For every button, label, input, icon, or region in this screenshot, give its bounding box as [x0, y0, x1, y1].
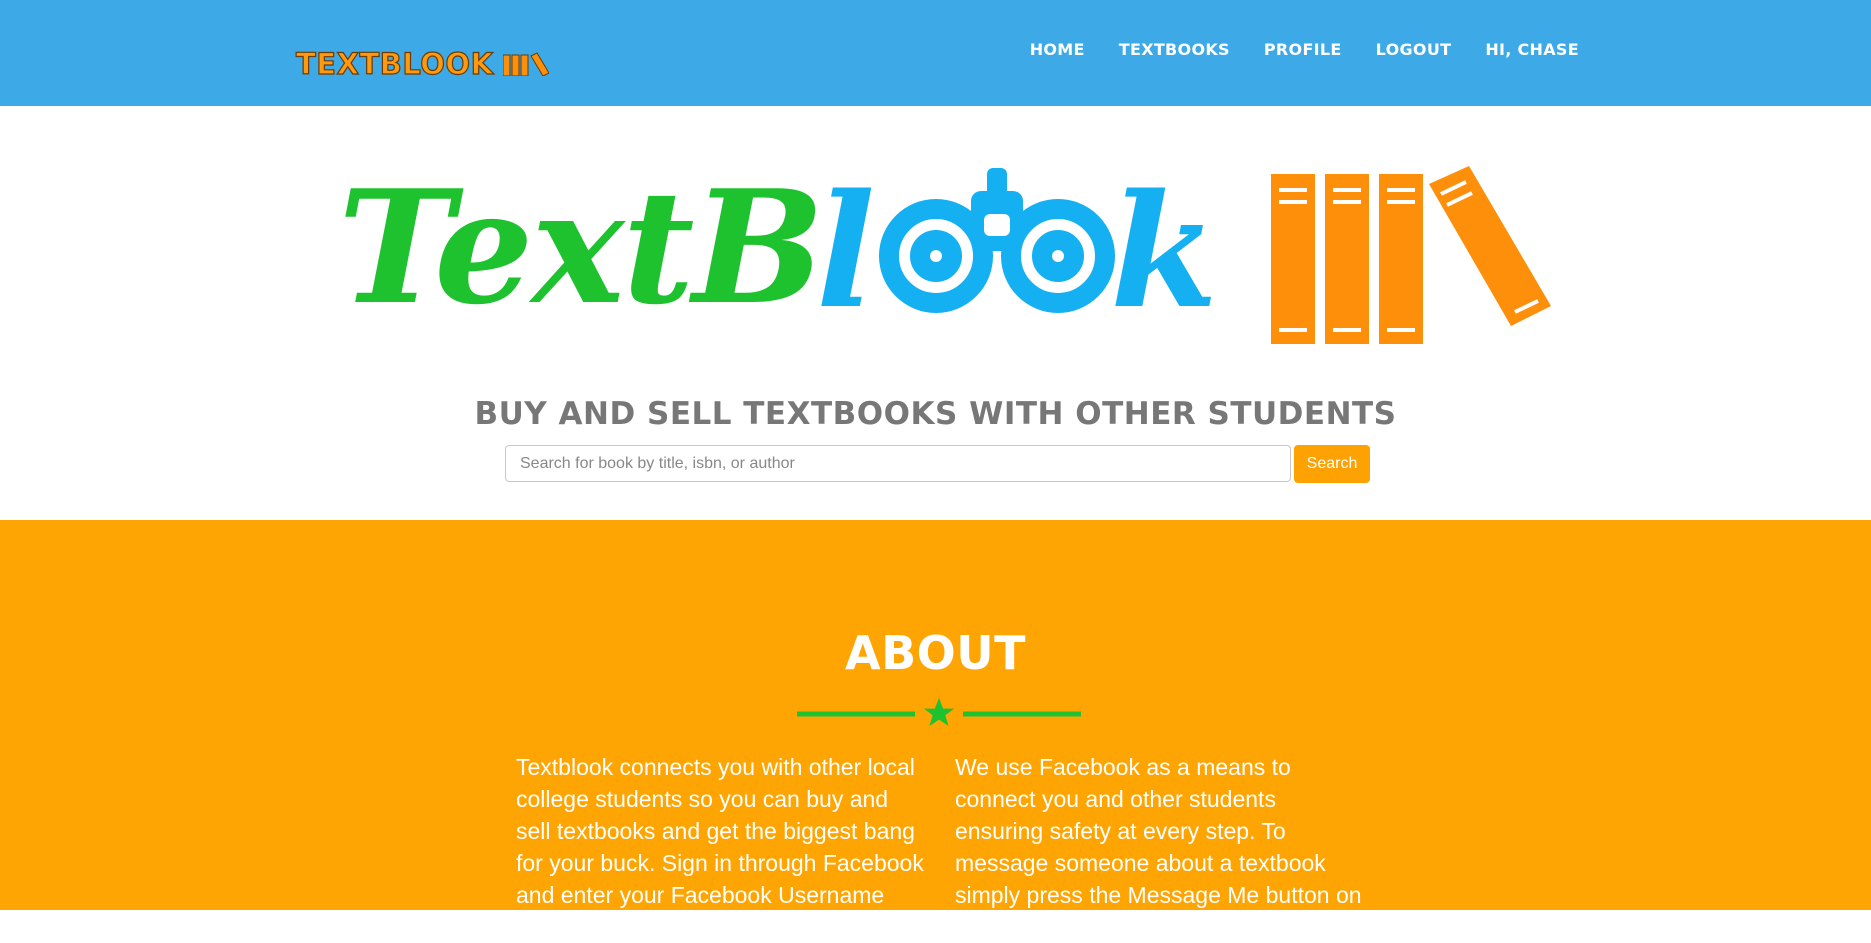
navbar: TEXTBLOOK HOME TEXTBOOKS PROFILE LOGOUT …	[0, 0, 1871, 106]
tagline: BUY AND SELL TEXTBOOKS WITH OTHER STUDEN…	[474, 396, 1397, 432]
search-button[interactable]: Search	[1294, 445, 1370, 483]
about-left-text: Textblook connects you with other local …	[516, 754, 924, 940]
nav-profile[interactable]: PROFILE	[1264, 34, 1342, 65]
about-title: ABOUT	[845, 626, 1026, 680]
search-input[interactable]	[505, 445, 1291, 482]
star-icon	[923, 698, 955, 726]
about-section: ABOUT Textblook connects you with other …	[0, 520, 1871, 940]
star-divider	[797, 696, 1081, 732]
brand-logo[interactable]: TEXTBLOOK	[295, 47, 549, 81]
textblook-logo: TextB l k	[338, 146, 1558, 346]
about-right-text: We use Facebook as a means to connect yo…	[955, 754, 1362, 940]
brand-name: TEXTBLOOK	[295, 47, 494, 81]
nav-logout[interactable]: LOGOUT	[1376, 34, 1452, 65]
logo-text: TextB	[338, 156, 822, 339]
bookshelf-icon	[1271, 166, 1551, 344]
hero-section: TextB l k BUY AND SELL TEXTBOOKS WITH OT…	[0, 106, 1871, 520]
svg-text:k: k	[1110, 160, 1218, 343]
search-bar: Search	[505, 445, 1370, 483]
nav-textbooks[interactable]: TEXTBOOKS	[1119, 34, 1230, 65]
nav-home[interactable]: HOME	[1030, 34, 1085, 65]
main-nav: HOME TEXTBOOKS PROFILE LOGOUT HI, CHASE	[996, 34, 1579, 65]
books-icon	[502, 52, 549, 76]
nav-greeting[interactable]: HI, CHASE	[1485, 34, 1579, 65]
svg-text:l: l	[816, 160, 875, 343]
